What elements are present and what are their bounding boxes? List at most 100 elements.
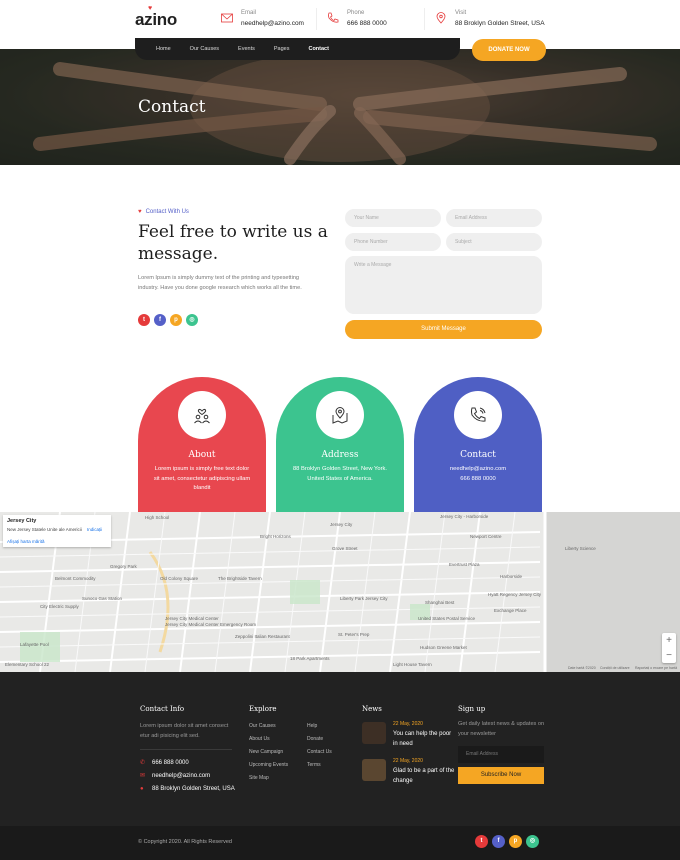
phone-label: Phone [347, 10, 365, 16]
footer-link[interactable]: Help [307, 723, 317, 729]
footer-news-title: News [362, 705, 382, 713]
visit-label: Visit [455, 10, 467, 16]
card-title: Contact [460, 450, 496, 460]
contact-headline: Feel free to write us a message. [138, 222, 328, 264]
divider [424, 8, 425, 30]
news-title[interactable]: You can help the poor in need [393, 730, 455, 749]
map-terms-link[interactable]: Condiții de utilizare [600, 666, 630, 670]
twitter-icon[interactable]: t [138, 314, 150, 326]
card-email[interactable]: needhelp@azino.com [428, 465, 528, 475]
contact-paragraph: Lorem Ipsum is simply dummy text of the … [138, 275, 302, 291]
hero-overlay [0, 49, 680, 165]
submit-message-button[interactable]: Submit Message [345, 320, 542, 339]
map-label: Jersey City [330, 522, 353, 527]
nav-contact[interactable]: Contact [308, 46, 328, 52]
card-title: About [188, 450, 216, 460]
icon-circle [316, 391, 364, 439]
nav-pages[interactable]: Pages [274, 46, 290, 52]
news-thumbnail[interactable] [362, 722, 386, 744]
card-text: Lorem ipsum is simply free text dolor si… [153, 466, 251, 492]
footer-link[interactable]: Terms [307, 762, 321, 768]
envelope-icon [221, 13, 233, 23]
map-label: Light House Tavern [393, 662, 432, 667]
map-label: Jersey City - Harborside [440, 514, 489, 519]
place-subtitle: New Jersey Statele Unite ale Americii [7, 527, 82, 532]
place-title: Jersey City [7, 518, 37, 524]
map-label: High School [145, 515, 170, 520]
nav-home[interactable]: Home [156, 46, 171, 52]
phone-value[interactable]: 666 888 0000 [347, 20, 387, 27]
phone-input[interactable]: Phone Number [345, 233, 441, 251]
footer-link[interactable]: Upcoming Events [249, 762, 288, 768]
subject-input[interactable]: Subject [446, 233, 542, 251]
footer-explore-title: Explore [249, 705, 277, 713]
section-tag: ♥ Contact With Us [138, 209, 189, 215]
pinterest-icon[interactable]: p [170, 314, 182, 326]
twitter-icon[interactable]: t [475, 835, 488, 848]
zoom-in-button[interactable]: + [662, 633, 676, 648]
map-label: Newport Centre [470, 534, 502, 539]
map-label: United States Postal Service [418, 616, 476, 621]
phone-icon [471, 407, 486, 422]
footer-phone[interactable]: ✆ 666 888 0000 [140, 759, 189, 766]
footer-contact-title: Contact Info [140, 705, 185, 713]
visit-value: 88 Broklyn Golden Street, USA [455, 20, 545, 27]
footer-link[interactable]: Site Map [249, 775, 269, 781]
footer-bottom [0, 826, 680, 860]
footer-link[interactable]: About Us [249, 736, 270, 742]
card-phone[interactable]: 666 888 0000 [428, 475, 528, 485]
facebook-icon[interactable]: f [154, 314, 166, 326]
email-input[interactable]: Email Address [446, 209, 542, 227]
header-phone: Phone 666 888 0000 [327, 10, 407, 32]
nav-events[interactable]: Events [238, 46, 255, 52]
message-textarea[interactable]: Write a Message [345, 256, 542, 314]
copyright: © Copyright 2020. All Rights Reserved [138, 839, 232, 845]
nav-our-causes[interactable]: Our Causes [190, 46, 219, 52]
map-label: 18 Park Apartments [290, 656, 330, 661]
footer-link[interactable]: Contact Us [307, 749, 332, 755]
footer-link[interactable]: New Campaign [249, 749, 283, 755]
map-label: Jersey City Medical Center Emergency Roo… [165, 622, 257, 627]
signup-text: Get daily latest news & updates on your … [458, 721, 545, 737]
footer-link[interactable]: Donate [307, 736, 323, 742]
facebook-icon[interactable]: f [492, 835, 505, 848]
icon-circle [454, 391, 502, 439]
news-title[interactable]: Glad to be a part of the change [393, 767, 455, 786]
card-title: Address [321, 450, 359, 460]
map-label: Exchange Place [494, 608, 527, 613]
map-label: Elementary School 22 [5, 662, 50, 667]
logo[interactable]: azino ♥ [135, 5, 177, 30]
map-label: Hudson Greene Market [420, 645, 467, 650]
newsletter-email-input[interactable]: Email Address [458, 746, 544, 763]
map-label: St. Peter's Prep [338, 632, 370, 637]
contact-card: Contact needhelp@azino.com 666 888 0000 [414, 377, 542, 517]
donate-button[interactable]: DONATE NOW [472, 39, 546, 61]
map-label: City Electric Supply [40, 604, 79, 609]
map-pin-icon: ● [140, 786, 144, 792]
map-pin-icon [436, 12, 446, 24]
instagram-icon[interactable]: ◎ [186, 314, 198, 326]
news-thumbnail[interactable] [362, 759, 386, 781]
map-place-card: Jersey City New Jersey Statele Unite ale… [3, 515, 111, 547]
footer-email[interactable]: ✉ needhelp@azino.com [140, 772, 210, 779]
larger-map-link[interactable]: Afișați harta mărită [7, 539, 45, 544]
card-text: needhelp@azino.com 666 888 0000 [428, 465, 528, 484]
map-data-credit: Date hartă ©2020 [568, 666, 596, 670]
header-visit: Visit 88 Broklyn Golden Street, USA [435, 10, 555, 32]
map-label: Grove Street [332, 546, 358, 551]
header-email: Email needhelp@azino.com [221, 10, 311, 32]
subscribe-button[interactable]: Subscribe Now [458, 767, 544, 784]
footer-link[interactable]: Our Causes [249, 723, 276, 729]
heart-icon: ♥ [148, 5, 152, 12]
directions-link[interactable]: Indicații [87, 527, 102, 532]
name-input[interactable]: Your Name [345, 209, 441, 227]
map-label: Liberty Science [565, 546, 596, 551]
map-zoom-controls: + − [662, 633, 676, 663]
map-report-link[interactable]: Raportați o eroare pe hartă [635, 666, 677, 670]
map-label: Bright Horizons [260, 534, 291, 539]
pinterest-icon[interactable]: p [509, 835, 522, 848]
email-value[interactable]: needhelp@azino.com [241, 20, 304, 27]
zoom-out-button[interactable]: − [662, 648, 676, 663]
instagram-icon[interactable]: ◎ [526, 835, 539, 848]
icon-circle [178, 391, 226, 439]
